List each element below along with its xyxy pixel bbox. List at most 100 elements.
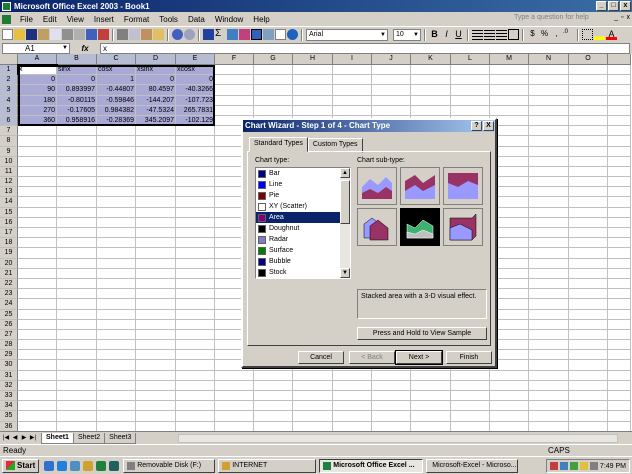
grid-cell[interactable] [608,421,631,431]
row-header[interactable]: 14 [0,197,18,208]
grid-cell[interactable] [451,370,490,381]
grid-cell[interactable] [97,217,136,228]
subtype-3d-100-stacked-area[interactable] [443,208,483,246]
excel-quicklaunch-icon[interactable] [96,460,107,471]
open-icon[interactable] [14,29,25,40]
paste-icon[interactable] [141,29,152,40]
last-sheet-icon[interactable]: ▶| [29,434,37,443]
grid-cell[interactable] [254,421,293,431]
grid-cell[interactable] [490,75,529,86]
grid-cell[interactable] [176,197,215,208]
grid-cell[interactable] [529,248,569,259]
grid-cell[interactable] [136,380,176,391]
grid-cell[interactable] [176,411,215,422]
grid-cell[interactable] [372,421,411,431]
grid-cell[interactable] [608,360,631,371]
outlook-icon[interactable] [57,460,68,471]
grid-cell[interactable] [529,411,569,422]
grid-cell[interactable]: 90 [18,85,57,96]
row-header[interactable]: 11 [0,166,18,178]
grid-cell[interactable] [529,166,569,178]
chart-type-item[interactable]: Stock [256,267,341,278]
grid-cell[interactable] [529,370,569,381]
grid-cell[interactable] [176,207,215,218]
grid-cell[interactable] [176,187,215,198]
grid-cell[interactable] [57,309,97,320]
sheet-tab[interactable]: Sheet2 [72,432,106,444]
row-header[interactable]: 30 [0,360,18,371]
grid-cell[interactable]: 0.893997 [57,85,97,96]
grid-cell[interactable] [529,228,569,239]
grid-cell[interactable] [569,177,608,188]
row-header[interactable]: 18 [0,238,18,249]
grid-cell[interactable] [97,309,136,320]
grid-cell[interactable] [136,411,176,422]
name-box[interactable]: A1 ▼ [2,42,70,54]
grid-cell[interactable] [293,380,333,391]
grid-cell[interactable] [293,411,333,422]
maximize-button[interactable]: □ [608,1,619,11]
grid-cell[interactable]: -144.207 [136,95,176,106]
clock[interactable]: 7:49 PM [600,463,626,470]
grid-cell[interactable] [608,268,631,279]
grid-cell[interactable] [215,380,254,391]
grid-cell[interactable] [529,268,569,279]
back-button[interactable]: < Back [349,351,395,364]
grid-cell[interactable] [18,207,57,218]
grid-cell[interactable] [18,136,57,147]
menu-insert[interactable]: Insert [89,15,119,24]
grid-cell[interactable] [333,421,372,431]
grid-cell[interactable] [57,380,97,391]
email-icon[interactable] [50,29,61,40]
tray-icon[interactable] [569,462,578,470]
grid-cell[interactable] [529,126,569,137]
grid-cell[interactable] [608,65,631,76]
grid-cell[interactable] [529,207,569,218]
grid-cell[interactable] [529,350,569,361]
grid-cell[interactable]: -0.59846 [97,95,136,106]
grid-cell[interactable] [215,401,254,412]
grid-cell[interactable] [411,75,451,86]
grid-cell[interactable] [293,401,333,412]
grid-cell[interactable] [176,278,215,290]
grid-cell[interactable] [57,136,97,147]
grid-cell[interactable] [529,401,569,412]
grid-cell[interactable] [569,166,608,178]
grid-cell[interactable] [372,401,411,412]
row-header[interactable]: 21 [0,268,18,279]
grid-cell[interactable] [18,401,57,412]
column-header[interactable]: H [293,54,333,65]
chart-type-item[interactable]: Pie [256,190,341,201]
grid-cell[interactable] [569,380,608,391]
grid-cell[interactable] [176,126,215,137]
grid-cell[interactable] [97,136,136,147]
row-header[interactable]: 28 [0,340,18,351]
grid-cell[interactable] [490,85,529,96]
grid-cell[interactable] [333,85,372,96]
grid-cell[interactable] [293,105,333,116]
grid-cell[interactable] [18,299,57,310]
grid-cell[interactable] [57,289,97,300]
menu-file[interactable]: File [15,15,38,24]
sort-descending-icon[interactable] [239,29,250,40]
press-hold-sample-button[interactable]: Press and Hold to View Sample [357,327,487,340]
grid-cell[interactable] [608,350,631,361]
grid-cell[interactable]: cosx [97,65,136,76]
grid-cell[interactable] [411,370,451,381]
font-color-icon[interactable]: A [606,29,617,40]
grid-cell[interactable] [97,177,136,188]
grid-cell[interactable] [529,115,569,127]
undo-icon[interactable] [172,29,183,40]
grid-cell[interactable] [569,370,608,381]
grid-cell[interactable] [57,411,97,422]
grid-cell[interactable] [176,217,215,228]
grid-cell[interactable] [136,289,176,300]
grid-cell[interactable]: -102.129 [176,115,215,127]
grid-cell[interactable] [608,197,631,208]
grid-cell[interactable] [136,187,176,198]
column-header[interactable]: J [372,54,411,65]
grid-cell[interactable] [333,380,372,391]
grid-cell[interactable]: xsinx [136,65,176,76]
chart-type-item[interactable]: Surface [256,245,341,256]
grid-cell[interactable] [451,75,490,86]
